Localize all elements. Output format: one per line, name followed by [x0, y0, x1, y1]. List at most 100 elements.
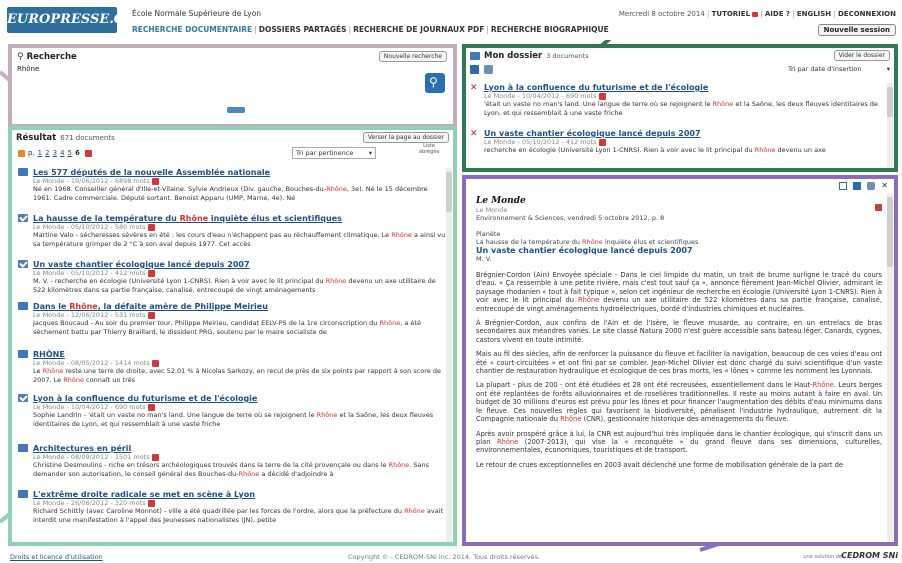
nav-recherche-documentaire[interactable]: RECHERCHE DOCUMENTAIRE	[132, 25, 252, 34]
document-paragraph: À Brégnier-Cordon, aux confins de l'Ain …	[476, 319, 882, 344]
dossier-scrollbar[interactable]	[887, 83, 893, 168]
result-title-link[interactable]: Dans le Rhône, la défaite amère de Phili…	[33, 302, 446, 311]
dossier-snippet: 'était un vaste no man's land. Une langu…	[484, 100, 878, 117]
result-title-link[interactable]: Les 577 députés de la nouvelle Assemblée…	[33, 168, 446, 177]
results-scrollbar[interactable]	[446, 168, 452, 542]
document-author: M. V.	[476, 255, 492, 263]
keyword-highlight: Rhône	[496, 437, 519, 446]
pdf-icon[interactable]	[151, 359, 159, 367]
document-title: Un vaste chantier écologique lancé depui…	[476, 246, 693, 255]
dossier-tools	[470, 65, 493, 74]
result-item: La hausse de la température du Rhône inq…	[18, 214, 446, 249]
fullscreen-icon[interactable]	[839, 182, 848, 190]
link-aide[interactable]: AIDE ?	[765, 10, 790, 18]
result-item: RHÔNE Le Monde - 08/05/2012 - 1414 mots Le…	[18, 350, 446, 385]
link-deconnexion[interactable]: DÉCONNEXION	[838, 10, 896, 18]
terms-link[interactable]: Droits et licence d'utilisation	[10, 553, 103, 561]
print-icon[interactable]	[484, 65, 493, 74]
keyword-highlight: Rhône	[179, 214, 209, 223]
pdf-icon[interactable]	[151, 177, 159, 185]
current-page: 6	[75, 149, 80, 157]
pdf-icon[interactable]	[598, 138, 606, 146]
nav-recherche-biographique[interactable]: RECHERCHE BIOGRAPHIQUE	[491, 25, 609, 34]
new-search-button[interactable]: Nouvelle recherche	[378, 51, 447, 62]
pdf-icon[interactable]	[147, 499, 155, 507]
empty-dossier-button[interactable]: Vider le dossier	[833, 50, 890, 61]
result-meta: Le Monde - 19/06/2012 - 6898 mots	[33, 177, 446, 185]
page-link-1[interactable]: 1	[38, 149, 42, 157]
dossier-header: Mon dossier 3 documents	[470, 51, 589, 61]
add-to-dossier-icon[interactable]	[18, 350, 28, 358]
pdf-icon[interactable]	[147, 269, 155, 277]
brand-prefix: une solution de	[803, 554, 842, 560]
added-to-dossier-icon[interactable]	[18, 260, 28, 268]
pdf-icon[interactable]	[147, 311, 155, 319]
pdf-icon[interactable]	[147, 223, 155, 231]
page-link-2[interactable]: 2	[45, 149, 49, 157]
keyword-highlight: Rhône	[391, 231, 412, 239]
add-to-dossier-icon[interactable]	[18, 490, 28, 498]
result-title-link[interactable]: Lyon à la confluence du futurisme et de …	[33, 394, 446, 403]
page-link-3[interactable]: 3	[53, 149, 57, 157]
dossier-title-link[interactable]: Lyon à la confluence du futurisme et de …	[484, 83, 888, 92]
dossier-sort-select[interactable]: Tri par date d'insertion ▾	[788, 65, 890, 76]
europresse-logo[interactable]: EUROPRESSE.COM	[7, 7, 150, 33]
keyword-highlight: Rhône	[812, 381, 834, 390]
keyword-highlight: Rhône	[238, 470, 260, 478]
result-snippet: Le Rhône reste une terre de droite, avec…	[33, 367, 441, 384]
pdf-icon[interactable]	[875, 204, 882, 211]
result-title-link[interactable]: Un vaste chantier écologique lancé depui…	[33, 260, 446, 269]
added-to-dossier-icon[interactable]	[18, 394, 28, 402]
print-icon[interactable]	[867, 182, 876, 190]
add-to-dossier-icon[interactable]	[18, 302, 28, 310]
link-english[interactable]: ENGLISH	[797, 10, 831, 18]
result-meta: Le Monde - 08/09/2012 - 1501 mots	[33, 453, 446, 461]
dossier-title-link[interactable]: Un vaste chantier écologique lancé depui…	[484, 129, 888, 138]
save-icon[interactable]	[853, 182, 862, 190]
keyword-highlight: Rhône	[754, 146, 776, 154]
expand-search-icon[interactable]	[227, 107, 245, 113]
nav-recherche-journaux-pdf[interactable]: RECHERCHE DE JOURNAUX PDF	[353, 25, 484, 34]
close-icon[interactable]: ✕	[881, 182, 888, 190]
document-paragraph: Le retour de crues exceptionnelles en 20…	[476, 460, 843, 469]
link-tutoriel[interactable]: TUTORIEL	[712, 10, 750, 18]
results-title: Résultat	[16, 133, 57, 143]
remove-icon[interactable]: ✕	[470, 83, 479, 118]
results-list: Les 577 députés de la nouvelle Assemblée…	[12, 168, 446, 542]
europresse-window: EUROPRESSE.COM École Normale Supérieure …	[0, 0, 902, 563]
pdf-icon[interactable]	[151, 453, 159, 461]
document-source: Le Monde	[476, 206, 508, 214]
result-title-link[interactable]: Architectures en péril	[33, 444, 446, 453]
added-to-dossier-icon[interactable]	[18, 214, 28, 222]
result-snippet: Richard Schittly (avec Caroline Monnot) …	[33, 507, 444, 524]
next-page-icon[interactable]	[84, 149, 92, 157]
pdf-icon[interactable]	[147, 403, 155, 411]
sort-select[interactable]: Tri par pertinence ▾	[292, 147, 376, 159]
prev-page-icon[interactable]	[18, 149, 25, 157]
new-session-button[interactable]: Nouvelle session	[817, 24, 896, 36]
result-item: Un vaste chantier écologique lancé depui…	[18, 260, 446, 295]
nav-dossiers-partages[interactable]: DOSSIERS PARTAGÉS	[259, 25, 347, 34]
document-scrollbar[interactable]	[887, 193, 893, 542]
result-title-link[interactable]: RHÔNE	[33, 350, 446, 359]
page-link-4[interactable]: 4	[60, 149, 64, 157]
search-submit-button[interactable]: ⚲	[425, 73, 445, 93]
search-input[interactable]: Rhône	[17, 65, 417, 105]
remove-icon[interactable]: ✕	[470, 129, 479, 155]
cedrom-logo: CEDROM SNi	[841, 551, 898, 560]
dossier-count: 3 documents	[546, 52, 589, 60]
add-to-dossier-icon[interactable]	[18, 444, 28, 452]
pdf-icon[interactable]	[598, 92, 606, 100]
pagination: p. 1 2 3 4 5 6	[16, 149, 92, 157]
save-icon[interactable]	[470, 65, 479, 74]
page-link-5[interactable]: 5	[68, 149, 72, 157]
save-page-to-dossier-button[interactable]: Verser la page au dossier	[362, 132, 449, 143]
result-title-link[interactable]: La hausse de la température du Rhône inq…	[33, 214, 446, 223]
source-logo: Le Monde	[476, 196, 526, 206]
add-to-dossier-icon[interactable]	[18, 168, 28, 176]
abridged-list-toggle[interactable]: Liste abrégée	[419, 143, 440, 155]
keyword-highlight: Rhône	[404, 507, 425, 515]
result-title-link[interactable]: L'extrême droite radicale se met en scèn…	[33, 490, 446, 499]
results-header: Résultat 671 documents	[16, 133, 115, 143]
top-right-links: Mercredi 8 octobre 2014 | TUTORIEL | AID…	[618, 10, 896, 18]
